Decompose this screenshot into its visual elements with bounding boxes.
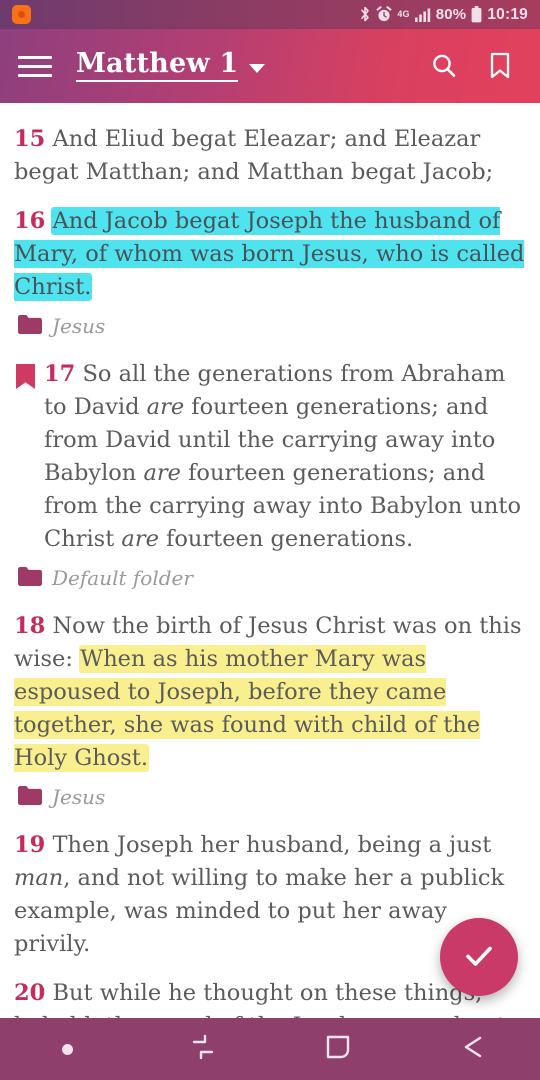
status-bar: 4G 80% 10:19 xyxy=(0,0,540,29)
chapter-selector[interactable]: Matthew 1 xyxy=(76,49,266,83)
verse-bookmark-flag-icon[interactable] xyxy=(16,364,35,389)
status-bar-left xyxy=(12,5,31,24)
check-icon xyxy=(459,936,499,979)
verse-text: fourteen generations. xyxy=(158,526,414,552)
verse-text-highlight-yellow: When as his mother Mary was espoused to … xyxy=(14,646,481,771)
folder-tag-label: Jesus xyxy=(52,785,106,809)
hamburger-menu-icon[interactable] xyxy=(18,53,52,79)
recents-icon xyxy=(188,1034,218,1064)
verse-number: 19 xyxy=(14,832,46,858)
android-navigation-bar xyxy=(0,1018,540,1080)
verse-block[interactable]: 18 Now the birth of Jesus Christ was on … xyxy=(14,610,526,775)
page-title: Matthew 1 xyxy=(76,49,239,83)
verse-folder-tag[interactable]: Default folder xyxy=(18,566,526,590)
folder-icon xyxy=(18,566,42,590)
back-arrow-icon xyxy=(458,1034,488,1064)
folder-icon xyxy=(18,314,42,338)
verse-number: 15 xyxy=(14,126,46,152)
alarm-icon xyxy=(376,6,392,23)
verse-block[interactable]: 16 And Jacob begat Joseph the husband of… xyxy=(14,205,526,304)
status-bar-right: 4G 80% 10:19 xyxy=(359,6,528,24)
verse-text: , and not willing to make her a publick … xyxy=(14,865,505,957)
verse-text: And Eliud begat Eleazar; and Eleazar beg… xyxy=(14,126,494,185)
verse-text: But while he thought on these things, be… xyxy=(14,980,520,1018)
verse-text-italic: are xyxy=(121,526,159,552)
verse-text: Then Joseph her husband, being a just xyxy=(52,832,492,858)
app-notification-icon xyxy=(12,5,31,24)
verse-folder-tag[interactable]: Jesus xyxy=(18,314,526,338)
verse-text-highlight-cyan: And Jacob begat Joseph the husband of Ma… xyxy=(14,208,525,300)
folder-icon xyxy=(18,785,42,809)
verse-text-italic: are xyxy=(143,460,181,486)
nav-home-button[interactable] xyxy=(270,1018,405,1080)
battery-percent-label: 80% xyxy=(435,6,467,23)
nav-recents-button[interactable] xyxy=(135,1018,270,1080)
bluetooth-icon xyxy=(359,6,371,23)
verse-folder-tag[interactable]: Jesus xyxy=(18,785,526,809)
network-type-label: 4G xyxy=(397,9,410,19)
confirm-fab-button[interactable] xyxy=(440,918,518,996)
dot-indicator-icon xyxy=(62,1043,73,1055)
verse-list: 15 And Eliud begat Eleazar; and Eleazar … xyxy=(14,123,526,1018)
folder-tag-label: Default folder xyxy=(52,566,193,590)
search-icon[interactable] xyxy=(422,44,466,88)
app-bar: Matthew 1 xyxy=(0,29,540,103)
verse-text-italic: are xyxy=(146,394,185,420)
verse-block[interactable]: 15 And Eliud begat Eleazar; and Eleazar … xyxy=(14,123,526,189)
verse-number: 17 xyxy=(44,361,76,387)
scripture-content[interactable]: 15 And Eliud begat Eleazar; and Eleazar … xyxy=(0,103,540,1018)
nav-back-button[interactable] xyxy=(405,1018,540,1080)
verse-block[interactable]: 17 So all the generations from Abraham t… xyxy=(14,358,526,556)
bookmark-icon[interactable] xyxy=(478,44,522,88)
verse-number: 16 xyxy=(14,208,46,234)
signal-bars-icon xyxy=(414,8,431,22)
home-square-icon xyxy=(325,1034,351,1064)
battery-icon xyxy=(471,6,482,23)
verse-number: 20 xyxy=(14,980,46,1006)
clock-label: 10:19 xyxy=(487,5,528,23)
bible-reader-screen: 4G 80% 10:19 Matthew 1 15 And Eliud bega… xyxy=(0,0,540,1080)
chevron-down-icon xyxy=(249,63,266,73)
nav-dot[interactable] xyxy=(0,1018,135,1080)
verse-number: 18 xyxy=(14,613,46,639)
verse-text-italic: man xyxy=(14,865,64,891)
folder-tag-label: Jesus xyxy=(52,314,106,338)
